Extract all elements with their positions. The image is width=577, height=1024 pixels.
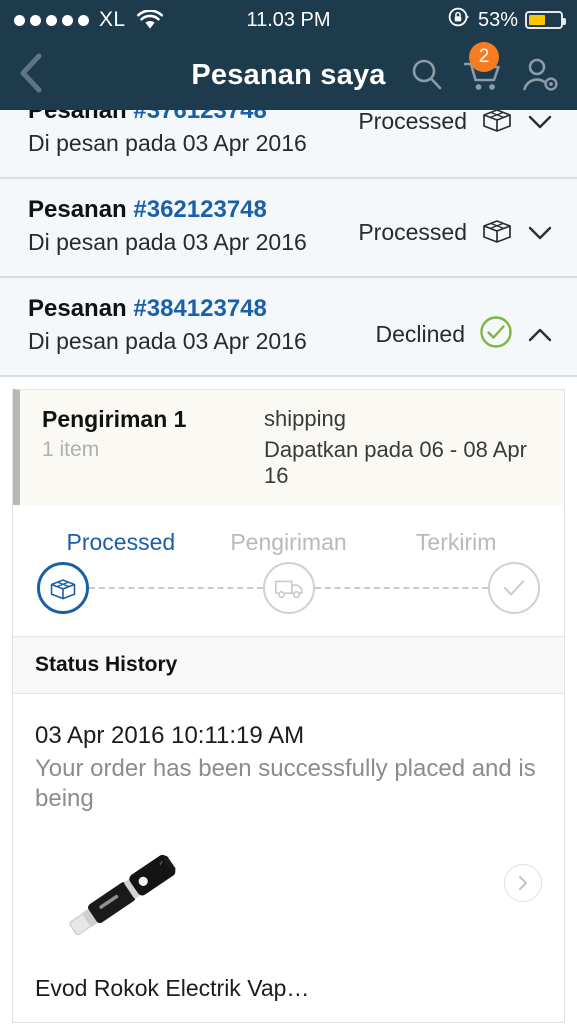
battery-percentage: 53% bbox=[477, 8, 518, 31]
battery-icon bbox=[525, 11, 566, 29]
status-bar-right: 53% bbox=[447, 5, 566, 35]
order-status-group: Declined bbox=[376, 294, 554, 355]
shipment-delivery-info: shipping Dapatkan pada 06 - 08 Apr 16 bbox=[264, 406, 546, 489]
signal-dot bbox=[46, 14, 57, 26]
chevron-down-icon[interactable] bbox=[527, 113, 553, 131]
carrier-label: XL bbox=[99, 8, 126, 31]
navigation-header: Pesanan saya 2 bbox=[0, 40, 577, 110]
order-info: Pesanan #362123748 Di pesan pada 03 Apr … bbox=[28, 195, 358, 258]
order-number[interactable]: #384123748 bbox=[133, 295, 266, 322]
signal-dot bbox=[62, 14, 73, 26]
order-row[interactable]: Pesanan #362123748 Di pesan pada 03 Apr … bbox=[0, 179, 577, 279]
header-actions: 2 bbox=[407, 42, 561, 95]
status-history-list: 03 Apr 2016 10:11:19 AM Your order has b… bbox=[13, 694, 564, 814]
signal-dot bbox=[78, 14, 89, 26]
order-number[interactable]: #362123748 bbox=[133, 196, 266, 223]
user-settings-icon[interactable] bbox=[519, 55, 561, 95]
wifi-icon bbox=[136, 10, 163, 30]
stepper-nodes bbox=[37, 562, 540, 615]
step-processed: Processed bbox=[37, 529, 205, 556]
green-check-circle-icon bbox=[478, 314, 514, 355]
order-placed-date: Di pesan pada 03 Apr 2016 bbox=[28, 328, 307, 355]
order-status-label: Declined bbox=[375, 321, 466, 348]
history-timestamp: 03 Apr 2016 10:11:19 AM bbox=[35, 722, 305, 750]
step-label: Processed bbox=[66, 529, 176, 556]
stepper-labels: Processed Pengiriman Terkirim bbox=[37, 529, 540, 556]
order-info: Pesanan #384123748 Di pesan pada 03 Apr … bbox=[28, 294, 376, 357]
step-label: Terkirim bbox=[415, 529, 497, 556]
status-bar: XL 11.03 PM 53% bbox=[0, 0, 577, 40]
shipment-progress-stepper: Processed Pengiriman Terkirim bbox=[13, 505, 564, 638]
status-history-header: Status History bbox=[13, 637, 564, 695]
history-description: Your order has been successfully placed … bbox=[35, 755, 536, 813]
open-box-icon bbox=[37, 562, 89, 615]
search-icon[interactable] bbox=[407, 55, 447, 95]
order-status-label: Processed bbox=[358, 108, 467, 134]
chevron-down-icon[interactable] bbox=[527, 224, 553, 242]
shipment-eta: Dapatkan pada 06 - 08 Apr 16 bbox=[264, 437, 527, 489]
order-row[interactable]: Pesanan #384123748 Di pesan pada 03 Apr … bbox=[0, 278, 577, 378]
check-icon bbox=[488, 562, 540, 615]
step-label: Pengiriman bbox=[230, 529, 347, 556]
chevron-left-icon bbox=[16, 51, 46, 100]
product-preview[interactable] bbox=[13, 814, 564, 952]
shipment-detail-panel: Pengiriman 1 1 item shipping Dapatkan pa… bbox=[0, 377, 577, 1024]
order-label: Pesanan bbox=[28, 196, 127, 224]
order-title: Pesanan #384123748 bbox=[28, 294, 376, 324]
signal-strength-dots bbox=[14, 14, 89, 26]
truck-icon bbox=[262, 562, 315, 615]
status-history-title: Status History bbox=[35, 653, 178, 677]
stepper-connector bbox=[314, 587, 488, 590]
back-button[interactable] bbox=[16, 51, 60, 100]
chevron-up-icon[interactable] bbox=[527, 326, 553, 344]
step-pengiriman: Pengiriman bbox=[205, 529, 373, 556]
shipment-card: Pengiriman 1 1 item shipping Dapatkan pa… bbox=[12, 389, 565, 1024]
status-bar-left: XL bbox=[14, 8, 163, 32]
order-placed-date: Di pesan pada 03 Apr 2016 bbox=[28, 130, 307, 157]
vape-pen-product-image bbox=[35, 842, 205, 952]
cart-badge-count: 2 bbox=[469, 42, 499, 72]
shipment-identity: Pengiriman 1 1 item bbox=[42, 406, 264, 489]
app-screen: XL 11.03 PM 53% Pesanan saya 2 Pesanan #… bbox=[0, 0, 577, 1024]
signal-dot bbox=[30, 14, 41, 26]
status-history-entry: 03 Apr 2016 10:11:19 AM Your order has b… bbox=[35, 722, 542, 814]
step-terkirim: Terkirim bbox=[372, 529, 540, 556]
order-status-group: Processed bbox=[358, 195, 553, 250]
rotation-lock-icon bbox=[447, 5, 471, 35]
order-status-label: Processed bbox=[358, 219, 467, 246]
chevron-right-icon[interactable] bbox=[504, 864, 542, 903]
shopping-cart-icon[interactable]: 2 bbox=[461, 42, 505, 95]
product-name[interactable]: Evod Rokok Electrik Vap… bbox=[13, 974, 564, 1022]
signal-dot bbox=[14, 14, 25, 26]
order-placed-date: Di pesan pada 03 Apr 2016 bbox=[28, 229, 307, 256]
shipping-method-label: shipping bbox=[264, 406, 346, 432]
order-label: Pesanan bbox=[28, 295, 127, 323]
order-title: Pesanan #362123748 bbox=[28, 195, 358, 225]
open-box-icon bbox=[480, 215, 514, 250]
shipment-name: Pengiriman 1 bbox=[42, 406, 187, 433]
shipment-item-count: 1 item bbox=[42, 438, 100, 462]
stepper-connector bbox=[89, 587, 263, 590]
shipment-header: Pengiriman 1 1 item shipping Dapatkan pa… bbox=[13, 389, 564, 506]
